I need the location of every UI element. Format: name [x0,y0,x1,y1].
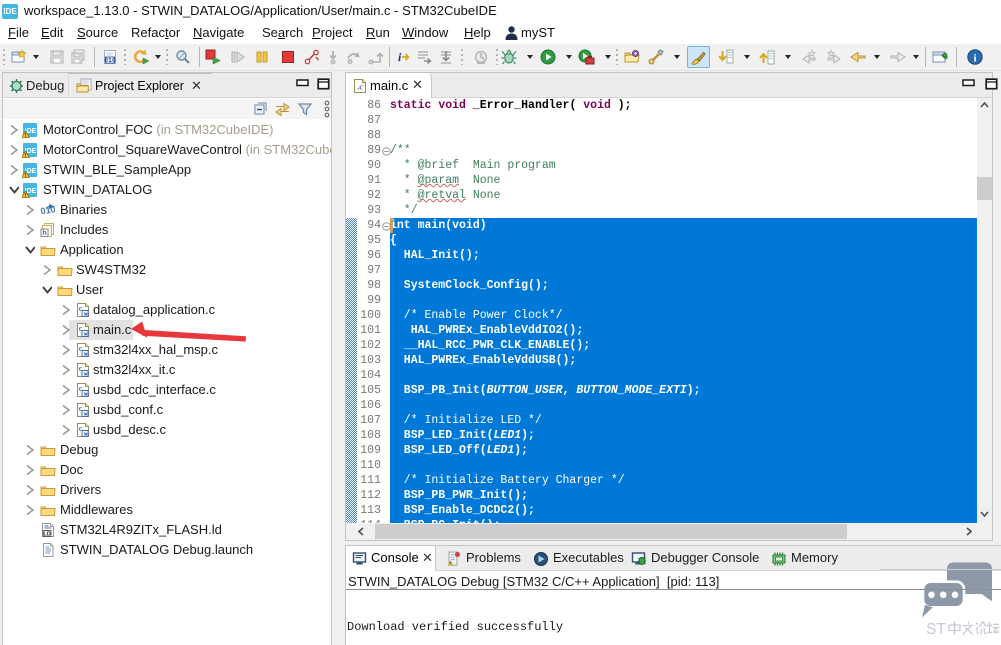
svg-text:i: i [973,53,976,65]
svg-text:i: i [398,50,402,64]
svg-text:h: h [42,230,46,237]
svg-text:.c: .c [357,83,363,92]
svg-text:LD: LD [43,532,50,538]
